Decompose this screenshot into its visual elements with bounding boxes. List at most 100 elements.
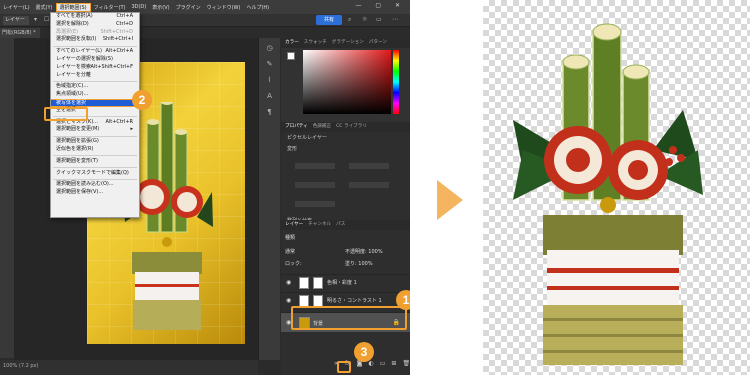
panel-tab[interactable]: グラデーション <box>332 38 364 48</box>
layer-kind-label: ピクセルレイヤー <box>287 135 327 141</box>
layer-select[interactable]: レイヤー <box>3 16 29 25</box>
menu-item-label: 再選択(E) <box>56 28 79 35</box>
color-picker-field[interactable] <box>303 50 391 114</box>
menu-0[interactable]: レイヤー(L) <box>0 4 33 11</box>
workspace-icon[interactable]: ▭ <box>376 16 382 23</box>
menu-item-label: 近似色を選択(R) <box>56 145 94 152</box>
panel-tab[interactable]: パターン <box>369 38 387 48</box>
result-transparent-preview <box>483 0 750 375</box>
layer-filter-select[interactable]: 種類 <box>285 235 295 241</box>
visibility-eye-icon[interactable]: ◉ <box>286 279 291 286</box>
menu-3[interactable]: フィルター(T) <box>91 4 129 11</box>
visibility-eye-icon[interactable]: ◉ <box>286 297 291 304</box>
search-icon[interactable]: ⌕ <box>348 16 351 24</box>
panel-tab[interactable]: CC ライブラリ <box>336 122 367 132</box>
menu-item[interactable]: レイヤーを検索 Alt+Shift+Ctrl+F <box>51 64 139 72</box>
mask-thumbnail[interactable] <box>313 277 323 289</box>
history-icon[interactable]: ◷ <box>263 44 277 54</box>
transform-checkbox[interactable]: ☐ <box>44 16 49 23</box>
x-field[interactable] <box>295 182 335 188</box>
menu-item[interactable]: 選択を解除(D) Ctrl+D <box>51 21 139 29</box>
menu-item[interactable]: 近似色を選択(R) <box>51 146 139 154</box>
width-field[interactable] <box>295 163 335 169</box>
layer-name[interactable]: 明るさ・コントラスト 1 <box>327 297 382 304</box>
panel-tab[interactable]: レイヤー <box>285 220 303 230</box>
opacity-label: 不透明度: <box>345 249 367 255</box>
foreground-swatch[interactable] <box>287 52 295 60</box>
menu-item[interactable]: レイヤーの選択を解除(S) <box>51 56 139 64</box>
step-badge-2: 2 <box>132 90 152 110</box>
panel-tab[interactable]: プロパティ <box>285 122 308 132</box>
character-icon[interactable]: A <box>263 92 277 102</box>
panel-icon-column: ◷ ✎ ⌇ A ¶ <box>258 38 280 360</box>
layer-name[interactable]: 色相・彩度 1 <box>327 279 357 286</box>
properties-panel: プロパティ色調補正CC ライブラリ ピクセルレイヤー 変形 整列と分布 <box>281 122 410 224</box>
menu-item[interactable]: 焦点領域(U)... <box>51 91 139 99</box>
arrow-right-icon <box>437 180 463 220</box>
panel-tab[interactable]: スウォッチ <box>304 38 327 48</box>
menu-item-label: クイックマスクモードで編集(Q) <box>56 169 129 176</box>
menu-item-shortcut: Shift+Ctrl+I <box>102 36 133 43</box>
menu-item-select-subject[interactable]: 被写体を選択 <box>51 98 139 107</box>
menu-item[interactable]: すべてのレイヤー(L) Alt+Ctrl+A <box>51 48 139 56</box>
height-field[interactable] <box>349 163 389 169</box>
trash-icon[interactable]: 🗑 <box>402 360 410 372</box>
menu-item-label: 色域指定(C)... <box>56 83 89 90</box>
folder-icon[interactable]: ▭ <box>380 360 386 372</box>
hue-slider[interactable] <box>393 50 399 114</box>
lock-label: ロック: <box>285 261 302 267</box>
panel-tab[interactable]: 色調補正 <box>313 122 331 132</box>
menu-item[interactable]: 選択範囲を変更(M) ▸ <box>51 126 139 134</box>
step-badge-3: 3 <box>354 342 374 362</box>
photoshop-window: レイヤー(L) 書式(Y) 選択範囲(S) フィルター(T) 3D(D) 表示(V) プラグ… <box>0 0 410 375</box>
more-icon[interactable]: ⋯ <box>392 16 398 23</box>
angle-field[interactable] <box>295 201 335 207</box>
menu-6[interactable]: プラグイン <box>173 4 204 11</box>
menu-8[interactable]: ヘルプ(H) <box>243 4 272 11</box>
menu-item[interactable]: 色域指定(C)... <box>51 83 139 91</box>
menu-4[interactable]: 3D(D) <box>128 4 149 10</box>
menu-item-shortcut: Ctrl+A <box>116 13 133 19</box>
status-bar: 100% (7.2 px) <box>0 360 258 375</box>
menu-2[interactable]: 選択範囲(S) <box>55 2 91 12</box>
menu-item[interactable]: レイヤーを分離 <box>51 72 139 80</box>
highlight-frame-select-subject <box>44 107 88 121</box>
dropdown-icon[interactable]: ▾ <box>34 16 37 23</box>
new-layer-icon[interactable]: ⊞ <box>391 360 396 372</box>
menu-item[interactable]: すべてを選択(A) Ctrl+A <box>51 13 139 21</box>
menu-item-label: 選択範囲を保存(V)... <box>56 189 104 196</box>
menu-item-label: 選択範囲を拡張(G) <box>56 138 99 145</box>
menu-item[interactable]: 選択範囲を変形(T) <box>51 158 139 166</box>
color-panel-tabs: カラー スウォッチ グラデーション パターン <box>281 38 410 48</box>
menu-item-label: レイヤーを分離 <box>56 71 91 78</box>
menu-item[interactable]: 選択範囲を反転(I) Shift+Ctrl+I <box>51 36 139 44</box>
menu-item[interactable]: 選択範囲を読み込む(O)... <box>51 181 139 189</box>
layer-row[interactable]: ◉ 色相・彩度 1 <box>281 274 410 290</box>
menu-item[interactable]: 選択範囲を保存(V)... <box>51 189 139 197</box>
lightbulb-icon[interactable]: ☼ <box>362 16 367 23</box>
share-button[interactable]: 共有 <box>316 15 342 25</box>
panel-tab[interactable]: パス <box>336 220 345 230</box>
menu-item-shortcut: Ctrl+D <box>116 20 133 27</box>
adjustment-icon[interactable]: ◐ <box>369 360 374 372</box>
panel-tab[interactable]: カラー <box>285 38 299 48</box>
y-field[interactable] <box>349 182 389 188</box>
opacity-value[interactable]: 100% <box>368 249 382 255</box>
comment-icon[interactable]: ✎ <box>263 60 277 70</box>
fill-value[interactable]: 100% <box>358 261 372 267</box>
document-tab[interactable]: 門松(RGB/8) * <box>0 28 40 38</box>
menu-5[interactable]: 表示(V) <box>149 4 172 11</box>
menu-item-shortcut: ▸ <box>130 126 133 133</box>
paragraph-icon[interactable]: ¶ <box>263 108 277 118</box>
menu-1[interactable]: 書式(Y) <box>33 4 56 11</box>
transform-section[interactable]: 変形 <box>281 143 410 154</box>
panel-tab[interactable]: チャンネル <box>308 220 331 230</box>
menu-item[interactable]: 選択範囲を拡張(G) <box>51 138 139 146</box>
menu-item[interactable]: クイックマスクモードで編集(Q) <box>51 170 139 178</box>
window-controls[interactable]: — ▢ ✕ <box>355 2 406 9</box>
menu-item-label: すべてを選択(A) <box>56 13 93 19</box>
brush-icon[interactable]: ⌇ <box>263 76 277 86</box>
menu-7[interactable]: ウィンドウ(W) <box>204 4 244 11</box>
blend-mode-select[interactable]: 通常 <box>285 249 295 255</box>
highlight-frame-add-mask <box>337 361 351 373</box>
